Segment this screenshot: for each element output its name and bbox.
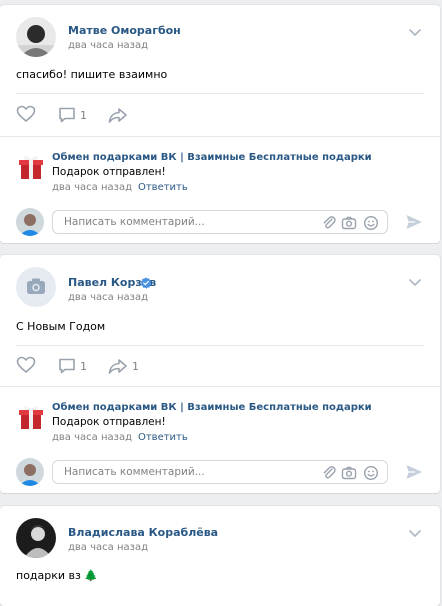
gift-icon[interactable] bbox=[16, 152, 46, 182]
share-icon bbox=[108, 108, 127, 123]
comment-button[interactable]: 1 bbox=[58, 106, 87, 124]
post-text: спасибо! пишите взаимно bbox=[16, 68, 168, 81]
like-button[interactable] bbox=[16, 105, 36, 123]
comment-meta: два часа назад Ответить bbox=[52, 432, 188, 443]
share-icon bbox=[108, 359, 127, 374]
attach-icon[interactable] bbox=[321, 465, 337, 481]
post-text: С Новым Годом bbox=[16, 320, 106, 333]
comment-author[interactable]: Обмен подарками ВК | Взаимные Бесплатные… bbox=[52, 152, 372, 163]
comment-input[interactable] bbox=[62, 465, 306, 479]
post-divider bbox=[16, 93, 424, 94]
reply-link[interactable]: Ответить bbox=[138, 432, 188, 443]
like-icon bbox=[16, 105, 36, 122]
post-time[interactable]: два часа назад bbox=[68, 542, 148, 553]
my-avatar[interactable] bbox=[16, 208, 44, 236]
camera-icon[interactable] bbox=[341, 215, 357, 231]
post-time[interactable]: два часа назад bbox=[68, 292, 148, 303]
comment-input-box[interactable] bbox=[52, 460, 388, 484]
chevron-down-icon[interactable] bbox=[408, 275, 422, 289]
emoji-icon[interactable] bbox=[363, 465, 379, 481]
post-card: Павел Корзов два часа назад С Новым Годо… bbox=[0, 255, 440, 493]
my-avatar[interactable] bbox=[16, 458, 44, 486]
comment-icon bbox=[59, 107, 75, 123]
actions-divider bbox=[0, 386, 440, 387]
author-avatar[interactable] bbox=[16, 518, 56, 558]
post-card: Матве Оморагбон два часа назад спасибо! … bbox=[0, 5, 440, 243]
comments-count: 1 bbox=[80, 108, 87, 122]
author-avatar[interactable] bbox=[16, 267, 56, 307]
reply-link[interactable]: Ответить bbox=[138, 182, 188, 193]
like-button[interactable] bbox=[16, 356, 36, 374]
attach-icon[interactable] bbox=[321, 215, 337, 231]
verified-icon bbox=[140, 277, 152, 289]
like-icon bbox=[16, 356, 36, 373]
camera-icon[interactable] bbox=[341, 465, 357, 481]
post-author[interactable]: Матве Оморагбон bbox=[68, 24, 181, 37]
comment-meta: два часа назад Ответить bbox=[52, 182, 188, 193]
post-text: подарки вз 🌲 bbox=[16, 569, 99, 582]
comment-text: Подарок отправлен! bbox=[52, 416, 166, 428]
chevron-down-icon[interactable] bbox=[408, 25, 422, 39]
comment-button[interactable]: 1 bbox=[58, 357, 87, 375]
gift-icon[interactable] bbox=[16, 402, 46, 432]
actions-divider bbox=[0, 136, 440, 137]
comment-input-box[interactable] bbox=[52, 210, 388, 234]
comment-text: Подарок отправлен! bbox=[52, 166, 166, 178]
post-time[interactable]: два часа назад bbox=[68, 40, 148, 51]
send-icon[interactable] bbox=[404, 462, 424, 482]
comment-author[interactable]: Обмен подарками ВК | Взаимные Бесплатные… bbox=[52, 402, 372, 413]
post-author[interactable]: Владислава Кораблёва bbox=[68, 526, 218, 539]
comment-input[interactable] bbox=[62, 215, 306, 229]
comments-count: 1 bbox=[80, 359, 87, 373]
chevron-down-icon[interactable] bbox=[408, 526, 422, 540]
share-button[interactable]: 1 bbox=[108, 357, 139, 375]
post-card: Владислава Кораблёва два часа назад пода… bbox=[0, 506, 440, 606]
comment-time[interactable]: два часа назад bbox=[52, 432, 132, 443]
author-avatar[interactable] bbox=[16, 17, 56, 57]
send-icon[interactable] bbox=[404, 212, 424, 232]
comment-time[interactable]: два часа назад bbox=[52, 182, 132, 193]
emoji-icon[interactable] bbox=[363, 215, 379, 231]
post-divider bbox=[16, 345, 424, 346]
shares-count: 1 bbox=[132, 359, 139, 373]
comment-icon bbox=[59, 358, 75, 374]
share-button[interactable] bbox=[108, 106, 132, 124]
